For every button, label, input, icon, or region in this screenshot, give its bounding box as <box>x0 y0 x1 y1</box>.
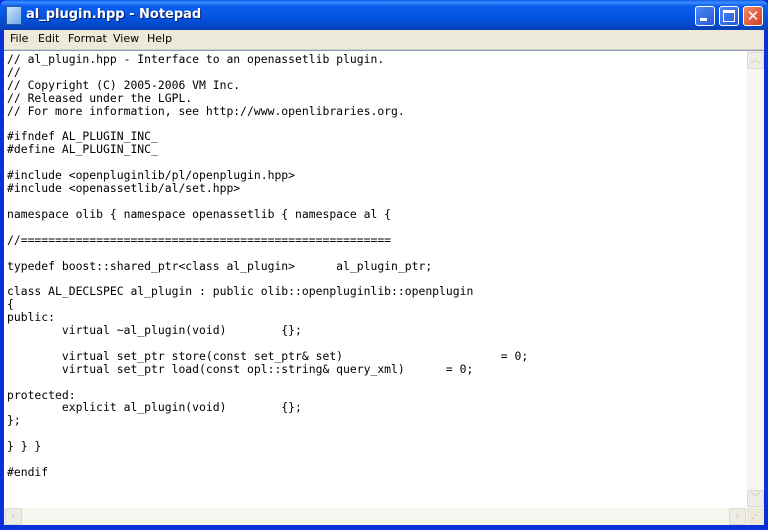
scroll-down-button[interactable]: ﹀ <box>747 490 764 507</box>
title-bar[interactable]: al_plugin.hpp - Notepad ✕ <box>0 0 768 30</box>
minimize-button[interactable] <box>695 6 715 26</box>
menu-edit[interactable]: Edit <box>38 32 59 45</box>
grip-icon: ⋰ <box>751 511 760 521</box>
notepad-icon <box>6 6 22 25</box>
chevron-right-icon: › <box>735 511 740 522</box>
horizontal-scrollbar[interactable]: ‹ › <box>4 508 747 525</box>
scroll-up-button[interactable]: ︿ <box>747 52 764 69</box>
menu-help[interactable]: Help <box>147 32 172 45</box>
menu-view[interactable]: View <box>113 32 139 45</box>
text-editor[interactable]: // al_plugin.hpp - Interface to an opena… <box>4 50 764 525</box>
resize-grip[interactable]: ⋰ <box>747 508 764 525</box>
menu-format[interactable]: Format <box>68 32 107 45</box>
chevron-down-icon: ﹀ <box>750 493 761 504</box>
maximize-icon <box>723 10 735 22</box>
minimize-icon <box>700 18 707 21</box>
scroll-right-button[interactable]: › <box>729 508 746 525</box>
menu-file[interactable]: File <box>10 32 28 45</box>
menu-bar: File Edit Format View Help <box>4 30 764 50</box>
maximize-button[interactable] <box>719 6 739 26</box>
chevron-left-icon: ‹ <box>11 511 16 522</box>
vertical-scrollbar[interactable]: ︿ ﹀ <box>747 51 764 508</box>
close-icon: ✕ <box>746 7 760 25</box>
scroll-left-button[interactable]: ‹ <box>5 508 22 525</box>
notepad-window: al_plugin.hpp - Notepad ✕ File Edit Form… <box>0 0 768 530</box>
window-title: al_plugin.hpp - Notepad <box>26 7 202 22</box>
editor-content[interactable]: // al_plugin.hpp - Interface to an opena… <box>7 53 528 479</box>
chevron-up-icon: ︿ <box>750 55 761 66</box>
close-button[interactable]: ✕ <box>743 6 763 26</box>
